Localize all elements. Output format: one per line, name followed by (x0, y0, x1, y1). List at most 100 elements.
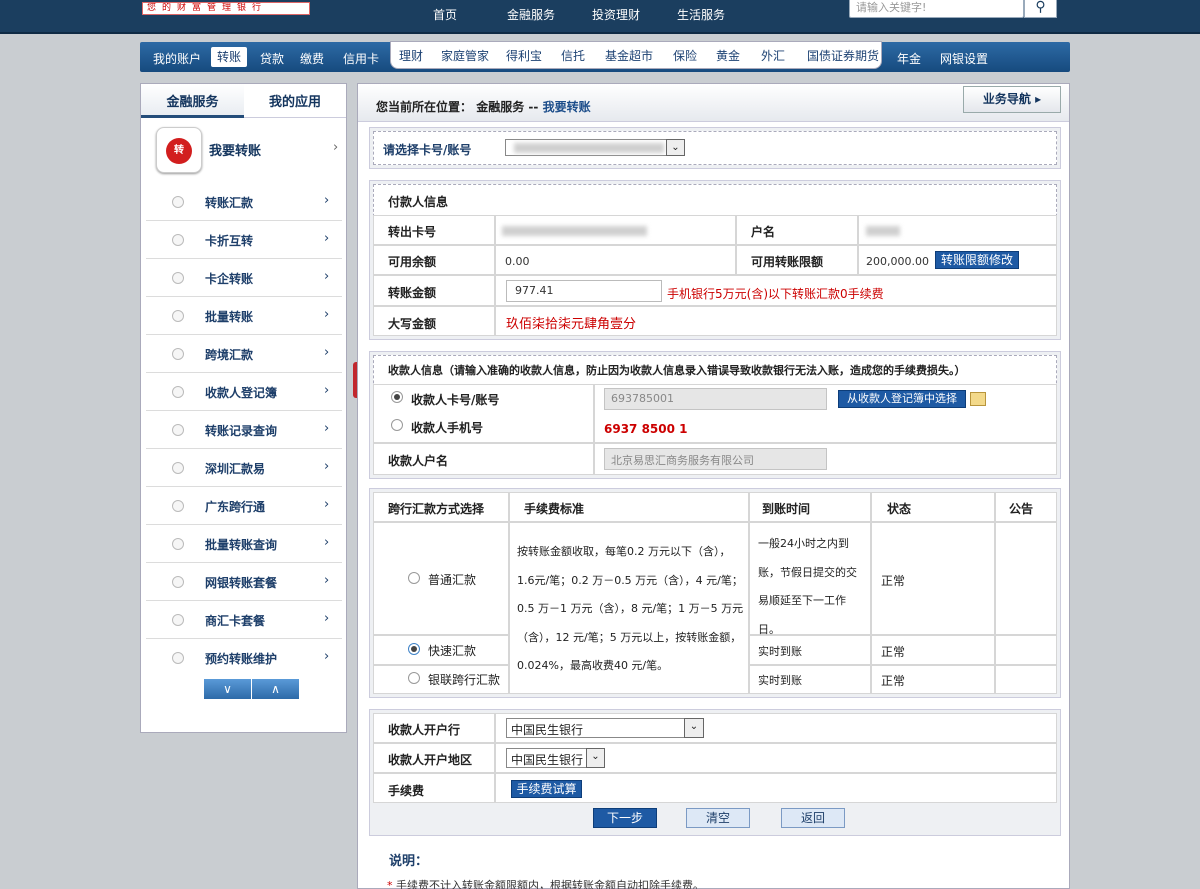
sidebar-item-transfer-package[interactable]: 网银转账套餐 › (146, 563, 342, 601)
sidebar-item-merchant-card[interactable]: 商汇卡套餐 › (146, 601, 342, 639)
amount-input[interactable]: 977.41 (506, 280, 662, 302)
sidebar-item-guangdong[interactable]: 广东跨行通 › (146, 487, 342, 525)
chevron-right-icon: › (324, 231, 330, 246)
menu-trust[interactable]: 信托 (561, 47, 585, 64)
normal-remit-time: 一般24小时之内到账，节假日提交的交易顺延至下一工作日。 (758, 537, 857, 636)
sidebar-item-transfer-remit[interactable]: 转账汇款 › (146, 183, 342, 221)
sidebar-item-label: 收款人登记簿 (205, 386, 278, 400)
card-account-select[interactable] (505, 139, 685, 156)
notes-item: * 手续费不计入转账金额限额内，根据转账金额自动扣除手续费。 (387, 877, 704, 889)
unionpay-remit-radio[interactable] (408, 672, 420, 684)
chevron-down-icon[interactable]: ⌄ (666, 139, 685, 156)
modify-limit-button[interactable]: 转账限额修改 (935, 251, 1019, 269)
business-nav-button[interactable]: 业务导航 ▸ (963, 86, 1061, 113)
unionpay-remit-label: 银联跨行汇款 (428, 673, 501, 687)
menu-transfer[interactable]: 转账 (211, 47, 247, 67)
limit-value: 200,000.00 (866, 255, 929, 268)
bank-logo: 您的财富管理银行 (142, 2, 310, 15)
search-input[interactable]: 请输入关键字! (849, 0, 1024, 18)
payer-name-masked (866, 226, 900, 236)
nav-investment[interactable]: 投资理财 (592, 6, 640, 23)
menu-wealth[interactable]: 理财 (399, 47, 423, 64)
menu-fund[interactable]: 基金超市 (605, 47, 653, 64)
payer-name-label: 户名 (751, 225, 776, 239)
nav-life-services[interactable]: 生活服务 (677, 6, 725, 23)
breadcrumb-current: 我要转账 (542, 100, 591, 114)
menu-family[interactable]: 家庭管家 (441, 47, 489, 64)
remit-header-notice: 公告 (1009, 502, 1034, 516)
menu-ebank-settings[interactable]: 网银设置 (940, 50, 988, 67)
menu-delibao[interactable]: 得利宝 (506, 47, 542, 64)
scroll-up-icon[interactable]: ∧ (252, 679, 299, 699)
normal-remit-radio[interactable] (408, 572, 420, 584)
tab-financial-services[interactable]: 金融服务 (141, 84, 244, 118)
bullet-icon (172, 462, 184, 474)
amount-label: 转账金额 (388, 286, 437, 300)
remit-header-time: 到账时间 (762, 502, 811, 516)
menu-payment[interactable]: 缴费 (300, 50, 324, 67)
sidebar-item-batch-query[interactable]: 批量转账查询 › (146, 525, 342, 563)
bullet-icon (172, 348, 184, 360)
chevron-right-icon: › (324, 459, 330, 474)
sidebar-item-payee-book[interactable]: 收款人登记簿 › (146, 373, 342, 411)
bullet-icon (172, 576, 184, 588)
triangle-right-icon: ▸ (1035, 92, 1042, 106)
sidebar-item-card-passbook[interactable]: 卡折互转 › (146, 221, 342, 259)
next-button[interactable]: 下一步 (593, 808, 657, 828)
address-book-icon[interactable] (970, 392, 986, 406)
scroll-down-icon[interactable]: ∨ (204, 679, 252, 699)
capital-amount-value: 玖佰柒拾柒元肆角壹分 (506, 317, 637, 332)
menu-loan[interactable]: 贷款 (260, 50, 284, 67)
breadcrumb-section[interactable]: 金融服务 (476, 100, 524, 114)
business-nav-label: 业务导航 (982, 92, 1031, 106)
menu-insurance[interactable]: 保险 (673, 47, 697, 64)
sidebar-item-shenzhen[interactable]: 深圳汇款易 › (146, 449, 342, 487)
menu-my-account[interactable]: 我的账户 (153, 50, 201, 67)
bullet-icon (172, 386, 184, 398)
search-icon[interactable]: ⚲ (1024, 0, 1057, 18)
fast-remit-radio[interactable] (408, 643, 420, 655)
fee-calc-button[interactable]: 手续费试算 (511, 780, 582, 798)
menu-credit-card[interactable]: 信用卡 (343, 50, 379, 67)
sidebar-item-transfer-history[interactable]: 转账记录查询 › (146, 411, 342, 449)
bank-select[interactable]: 中国民生银行 (506, 718, 704, 738)
payee-card-input[interactable]: 693785001 (604, 388, 827, 410)
sidebar-item-label: 卡企转账 (205, 272, 254, 286)
sidebar-header-label[interactable]: 我要转账 (209, 140, 261, 159)
menu-bonds[interactable]: 国债证券期货 (807, 47, 879, 64)
sidebar-item-cross-border[interactable]: 跨境汇款 › (146, 335, 342, 373)
bullet-icon (172, 652, 184, 664)
notes-title: 说明： (389, 854, 429, 869)
bullet-icon (172, 234, 184, 246)
tab-my-apps[interactable]: 我的应用 (244, 84, 346, 118)
sidebar-item-batch-transfer[interactable]: 批量转账 › (146, 297, 342, 335)
sidebar-item-scheduled[interactable]: 预约转账维护 › (146, 639, 342, 677)
chevron-down-icon[interactable]: ⌄ (586, 748, 605, 768)
sidebar-item-label: 批量转账查询 (205, 538, 278, 552)
balance-value: 0.00 (505, 255, 530, 268)
fee-label: 手续费 (388, 784, 425, 798)
back-button[interactable]: 返回 (781, 808, 845, 828)
chevron-right-icon[interactable]: › (333, 140, 338, 155)
chevron-right-icon: › (324, 573, 330, 588)
sidebar-item-card-enterprise[interactable]: 卡企转账 › (146, 259, 342, 297)
menu-forex[interactable]: 外汇 (761, 47, 785, 64)
payee-card-radio[interactable] (391, 391, 403, 403)
bank-label: 收款人开户行 (388, 723, 461, 737)
capital-amount-label: 大写金额 (388, 317, 437, 331)
remit-cell (995, 522, 1057, 635)
bullet-icon (172, 538, 184, 550)
transfer-icon-glyph: 转 (166, 138, 192, 164)
nav-financial-services[interactable]: 金融服务 (507, 6, 555, 23)
sidebar-item-label: 跨境汇款 (205, 348, 254, 362)
nav-home[interactable]: 首页 (433, 6, 457, 23)
bullet-icon (172, 310, 184, 322)
payee-name-input[interactable]: 北京易思汇商务服务有限公司 (604, 448, 827, 470)
menu-gold[interactable]: 黄金 (716, 47, 740, 64)
payee-phone-radio[interactable] (391, 419, 403, 431)
menu-annuity[interactable]: 年金 (897, 50, 921, 67)
clear-button[interactable]: 清空 (686, 808, 750, 828)
chevron-down-icon[interactable]: ⌄ (684, 718, 704, 738)
remit-header-method: 跨行汇款方式选择 (388, 502, 485, 516)
select-from-payee-book-button[interactable]: 从收款人登记簿中选择 (838, 390, 966, 408)
